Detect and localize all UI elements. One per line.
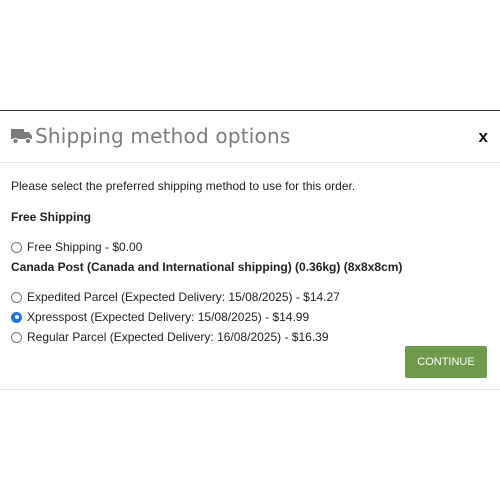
shipping-modal: Shipping method options x Please select … bbox=[0, 110, 500, 390]
truck-icon bbox=[11, 129, 32, 145]
radio-button[interactable] bbox=[11, 291, 22, 303]
instructions-text: Please select the preferred shipping met… bbox=[11, 179, 356, 193]
option-label: Xpresspost (Expected Delivery: 15/08/202… bbox=[27, 310, 310, 324]
option-label: Free Shipping - $0.00 bbox=[27, 240, 143, 254]
close-button[interactable]: x bbox=[479, 127, 488, 147]
option-xpresspost[interactable]: Xpresspost (Expected Delivery: 15/08/202… bbox=[11, 310, 309, 324]
option-free-shipping[interactable]: Free Shipping - $0.00 bbox=[11, 240, 142, 254]
modal-title: Shipping method options bbox=[35, 124, 291, 148]
option-regular-parcel[interactable]: Regular Parcel (Expected Delivery: 16/08… bbox=[11, 330, 329, 344]
option-expedited-parcel[interactable]: Expedited Parcel (Expected Delivery: 15/… bbox=[11, 290, 340, 304]
option-label: Expedited Parcel (Expected Delivery: 15/… bbox=[27, 290, 340, 304]
modal-header: Shipping method options x bbox=[0, 111, 500, 163]
group-title-canada-post: Canada Post (Canada and International sh… bbox=[11, 260, 403, 274]
radio-button[interactable] bbox=[11, 241, 22, 253]
group-title-free-shipping: Free Shipping bbox=[11, 210, 92, 224]
continue-button[interactable]: CONTINUE bbox=[405, 346, 487, 378]
option-label: Regular Parcel (Expected Delivery: 16/08… bbox=[27, 330, 329, 344]
radio-button[interactable] bbox=[11, 331, 22, 343]
radio-button-selected[interactable] bbox=[11, 311, 22, 323]
